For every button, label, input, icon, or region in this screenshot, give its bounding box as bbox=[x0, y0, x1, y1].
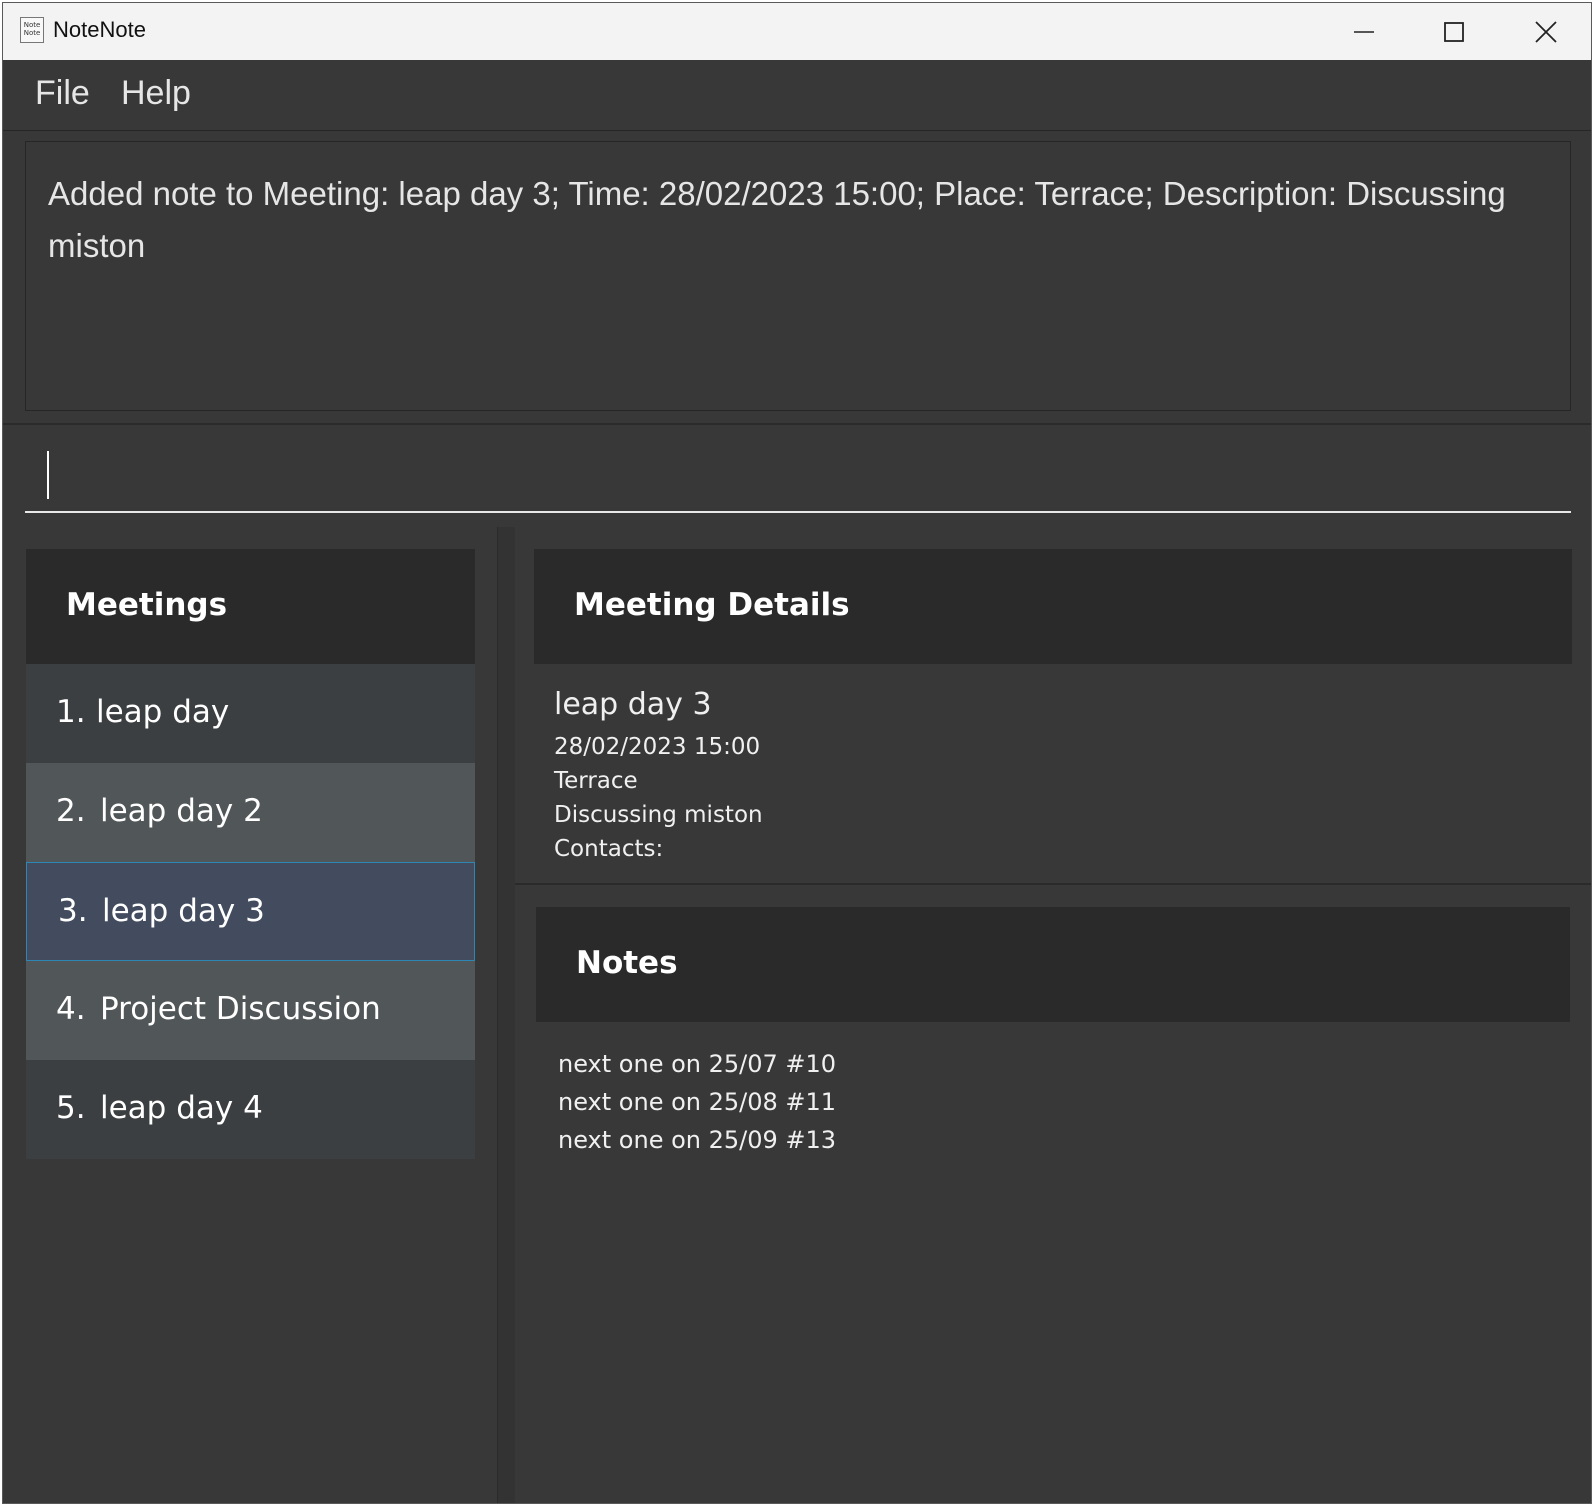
maximize-icon bbox=[1444, 21, 1464, 42]
notes-header-label: Notes bbox=[576, 945, 678, 981]
meeting-index: 2. bbox=[56, 793, 86, 829]
meetings-header: Meetings bbox=[26, 549, 475, 664]
meeting-contacts: Contacts: bbox=[554, 836, 664, 862]
meeting-item[interactable]: 2. leap day 2 bbox=[26, 763, 475, 862]
close-button[interactable] bbox=[1501, 3, 1591, 60]
meetings-panel: Meetings 1. leap day 2. leap day 2 3. le… bbox=[3, 527, 497, 1503]
notes-list[interactable]: next one on 25/07 #10 next one on 25/08 … bbox=[558, 1045, 836, 1159]
meeting-index: 4. bbox=[56, 991, 86, 1027]
minimize-button[interactable] bbox=[1319, 3, 1409, 60]
app-icon: Note Note bbox=[20, 17, 44, 43]
meeting-details-body: leap day 3 28/02/2023 15:00 Terrace Disc… bbox=[554, 687, 763, 866]
meeting-name: leap day bbox=[96, 694, 230, 730]
meeting-description: Discussing miston bbox=[554, 802, 763, 828]
menu-file[interactable]: File bbox=[35, 74, 90, 113]
details-panel: Meeting Details leap day 3 28/02/2023 15… bbox=[515, 527, 1591, 1503]
note-item: next one on 25/09 #13 bbox=[558, 1126, 837, 1154]
meeting-item[interactable]: 4. Project Discussion bbox=[26, 961, 475, 1060]
details-separator bbox=[515, 883, 1591, 885]
meeting-index: 5. bbox=[56, 1090, 86, 1126]
note-item: next one on 25/08 #11 bbox=[558, 1088, 837, 1116]
maximize-button[interactable] bbox=[1409, 3, 1499, 60]
notes-header: Notes bbox=[536, 907, 1570, 1022]
app-window: Note Note NoteNote File Help Added note … bbox=[2, 2, 1592, 1504]
meeting-name: leap day 2 bbox=[100, 793, 263, 829]
meeting-item[interactable]: 1. leap day bbox=[26, 664, 475, 763]
meeting-item-selected[interactable]: 3. leap day 3 bbox=[26, 862, 475, 961]
meetings-header-label: Meetings bbox=[66, 587, 228, 623]
meeting-time: 28/02/2023 15:00 bbox=[554, 734, 761, 760]
close-icon bbox=[1535, 20, 1557, 43]
meetings-list[interactable]: 1. leap day 2. leap day 2 3. leap day 3 … bbox=[26, 664, 475, 1159]
window-title: NoteNote bbox=[53, 17, 146, 42]
meeting-name: leap day 4 bbox=[100, 1090, 263, 1126]
meeting-name: Project Discussion bbox=[100, 991, 381, 1027]
meeting-name: leap day 3 bbox=[102, 893, 265, 929]
meeting-index: 3. bbox=[58, 893, 88, 929]
result-text: Added note to Meeting: leap day 3; Time:… bbox=[48, 175, 1506, 264]
title-bar[interactable]: Note Note NoteNote bbox=[3, 3, 1591, 60]
meeting-place: Terrace bbox=[554, 768, 638, 794]
result-display-panel: Added note to Meeting: leap day 3; Time:… bbox=[3, 131, 1591, 425]
result-display[interactable]: Added note to Meeting: leap day 3; Time:… bbox=[25, 141, 1571, 411]
command-input[interactable] bbox=[25, 425, 1571, 513]
minimize-icon bbox=[1354, 30, 1374, 33]
split-pane-divider[interactable] bbox=[497, 527, 517, 1503]
meeting-index: 1. bbox=[56, 694, 86, 730]
command-box bbox=[3, 425, 1591, 525]
text-caret bbox=[47, 451, 49, 499]
meeting-details-header-label: Meeting Details bbox=[574, 587, 850, 623]
menu-bar: File Help bbox=[3, 60, 1591, 131]
meeting-details-header: Meeting Details bbox=[534, 549, 1572, 664]
menu-help[interactable]: Help bbox=[121, 74, 191, 113]
meeting-item[interactable]: 5. leap day 4 bbox=[26, 1060, 475, 1159]
note-item: next one on 25/07 #10 bbox=[558, 1050, 837, 1078]
meeting-title: leap day 3 bbox=[554, 687, 712, 722]
